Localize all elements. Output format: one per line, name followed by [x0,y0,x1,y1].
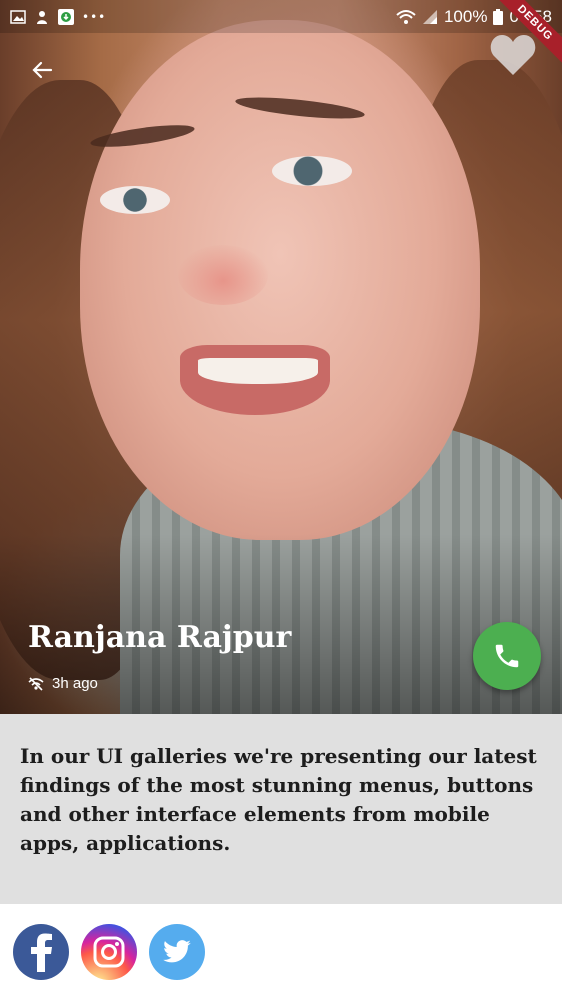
facebook-button[interactable] [13,924,69,980]
time-ago-text: 3h ago [52,675,98,692]
battery-percent: 100% [443,6,488,26]
profile-photo [0,0,562,714]
photo-eye-left [100,186,170,214]
instagram-button[interactable] [81,924,137,980]
heart-icon [490,35,536,75]
description-panel: In our UI galleries we're presenting our… [0,714,562,904]
twitter-icon [163,940,191,963]
arrow-back-icon [32,61,53,79]
download-icon [58,8,74,25]
battery-icon [493,8,504,25]
description-text: In our UI galleries we're presenting our… [20,744,537,855]
wifi-off-icon [28,676,44,691]
phone-icon [495,644,519,668]
facebook-icon [31,933,52,972]
social-bar [0,904,562,1000]
time-ago-row: 3h ago [28,675,98,692]
favorite-button[interactable] [489,33,537,77]
wifi-icon [396,9,416,24]
status-bar: ••• 100% 06:58 [0,0,562,33]
person-icon [37,10,47,24]
back-button[interactable] [28,56,56,84]
photo-nose [178,245,268,305]
twitter-button[interactable] [149,924,205,980]
instagram-icon [93,936,125,968]
photo-teeth [198,358,318,384]
more-dots-icon: ••• [82,9,107,24]
status-left: ••• [10,8,107,25]
call-button[interactable] [473,622,541,690]
profile-name: Ranjana Rajpur [28,620,292,655]
image-icon [10,9,26,24]
signal-icon [422,9,437,24]
photo-eye-right [272,156,352,186]
